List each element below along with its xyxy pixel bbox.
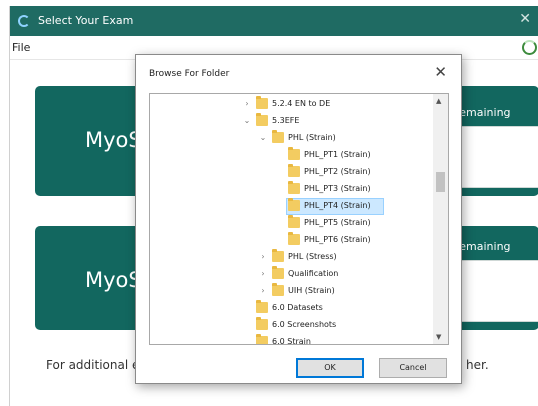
ok-button[interactable]: OK bbox=[296, 358, 364, 378]
folder-icon bbox=[272, 249, 284, 262]
tree-node[interactable]: PHL_PT3 (Strain) bbox=[150, 181, 433, 198]
tree-node[interactable]: 6.0 Screenshots bbox=[150, 317, 433, 334]
tree-node[interactable]: PHL_PT4 (Strain) bbox=[150, 198, 433, 215]
remaining-panel bbox=[449, 260, 538, 322]
tree-node[interactable]: ⌄ PHL (Strain) bbox=[150, 130, 433, 147]
collapse-chevron-icon[interactable]: ⌄ bbox=[258, 133, 268, 142]
folder-icon bbox=[272, 283, 284, 296]
window-title: Select Your Exam bbox=[38, 14, 134, 27]
close-icon[interactable]: ✕ bbox=[519, 11, 531, 27]
tree-node[interactable]: › PHL (Stress) bbox=[150, 249, 433, 266]
loading-spinner-icon bbox=[522, 40, 537, 55]
app-status-icon bbox=[18, 15, 30, 27]
tree-node-label: 5.3EFE bbox=[272, 116, 300, 125]
folder-icon bbox=[256, 300, 268, 313]
scroll-up-icon[interactable]: ▲ bbox=[436, 97, 441, 105]
expand-chevron-icon[interactable]: › bbox=[258, 252, 268, 261]
folder-tree: 6.0 Strain6.0 Strain6.0 Screenshots6.0 D… bbox=[149, 93, 449, 345]
folder-icon bbox=[256, 334, 268, 344]
tree-node[interactable]: › Qualification bbox=[150, 266, 433, 283]
tree-scrollbar[interactable]: ▲ ▼ bbox=[433, 94, 448, 344]
tree-node[interactable]: › 5.2.4 EN to DE bbox=[150, 96, 433, 113]
tree-node-label: 6.0 Strain bbox=[272, 337, 311, 345]
folder-icon bbox=[256, 113, 268, 126]
tree-node-label: PHL_PT3 (Strain) bbox=[304, 184, 371, 193]
folder-icon bbox=[272, 130, 284, 143]
expand-chevron-icon[interactable]: › bbox=[258, 269, 268, 278]
tree-node-label: PHL_PT5 (Strain) bbox=[304, 218, 371, 227]
folder-icon bbox=[256, 317, 268, 330]
footer-text-tail: her. bbox=[466, 358, 489, 372]
tree-node[interactable]: › UIH (Strain) bbox=[150, 283, 433, 300]
collapse-chevron-icon[interactable]: ⌄ bbox=[242, 116, 252, 125]
titlebar: Select Your Exam ✕ bbox=[10, 6, 538, 36]
expand-chevron-icon[interactable]: › bbox=[258, 286, 268, 295]
tree-node[interactable]: PHL_PT5 (Strain) bbox=[150, 215, 433, 232]
exam-card-label: MyoS bbox=[85, 128, 142, 152]
tree-node-label: PHL_PT6 (Strain) bbox=[304, 235, 371, 244]
cancel-button[interactable]: Cancel bbox=[379, 358, 447, 378]
remaining-badge: remaining bbox=[449, 100, 538, 126]
tree-node-label: 6.0 Datasets bbox=[272, 303, 323, 312]
tree-node[interactable]: 6.0 Strain bbox=[150, 334, 433, 345]
remaining-badge: remaining bbox=[449, 234, 538, 260]
tree-node-label: PHL (Stress) bbox=[288, 252, 337, 261]
folder-icon bbox=[288, 198, 300, 211]
tree-node-label: PHL_PT1 (Strain) bbox=[304, 150, 371, 159]
footer-text: For additional ex bbox=[46, 358, 147, 372]
dialog-title: Browse For Folder bbox=[149, 69, 230, 79]
tree-node[interactable]: ⌄ 5.3EFE bbox=[150, 113, 433, 130]
tree-node[interactable]: 6.0 Datasets bbox=[150, 300, 433, 317]
folder-icon bbox=[272, 266, 284, 279]
folder-icon bbox=[256, 96, 268, 109]
folder-icon bbox=[288, 147, 300, 160]
remaining-panel bbox=[449, 126, 538, 188]
menu-file[interactable]: File bbox=[12, 41, 30, 54]
tree-node[interactable]: PHL_PT6 (Strain) bbox=[150, 232, 433, 249]
tree-node-label: 5.2.4 EN to DE bbox=[272, 99, 331, 108]
tree-node-label: UIH (Strain) bbox=[288, 286, 335, 295]
tree-node-label: PHL_PT2 (Strain) bbox=[304, 167, 371, 176]
tree-node[interactable]: PHL_PT1 (Strain) bbox=[150, 147, 433, 164]
tree-node-label: Qualification bbox=[288, 269, 339, 278]
tree-node-label: PHL_PT4 (Strain) bbox=[304, 201, 371, 210]
folder-icon bbox=[288, 181, 300, 194]
expand-chevron-icon[interactable]: › bbox=[242, 99, 252, 108]
exam-card-label: MyoS bbox=[85, 268, 142, 292]
folder-icon bbox=[288, 164, 300, 177]
tree-node-label: PHL (Strain) bbox=[288, 133, 336, 142]
folder-icon bbox=[288, 215, 300, 228]
browse-folder-dialog: Browse For Folder ✕ 6.0 Strain6.0 Strain… bbox=[135, 54, 462, 384]
folder-icon bbox=[288, 232, 300, 245]
scroll-thumb[interactable] bbox=[436, 172, 445, 192]
tree-node-label: 6.0 Screenshots bbox=[272, 320, 337, 329]
tree-node[interactable]: PHL_PT2 (Strain) bbox=[150, 164, 433, 181]
close-icon[interactable]: ✕ bbox=[434, 63, 447, 81]
scroll-down-icon[interactable]: ▼ bbox=[436, 333, 441, 341]
